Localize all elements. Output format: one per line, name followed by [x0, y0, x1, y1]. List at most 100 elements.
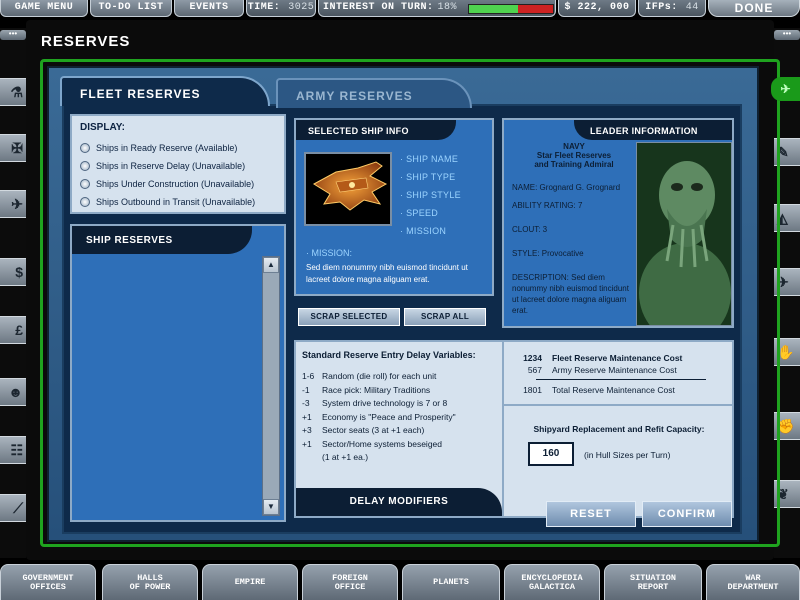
green-tab-icon[interactable]: ✈: [771, 77, 800, 101]
nav-label: EMPIRE: [235, 578, 266, 587]
scrap-selected-button[interactable]: SCRAP SELECTED: [298, 308, 400, 326]
leader-role: NAVY Star Fleet Reserves and Training Ad…: [512, 142, 636, 169]
nav-label-line2: OF POWER: [129, 581, 171, 592]
ship-reserves-scrollbar[interactable]: ▲ ▼: [262, 256, 280, 516]
fleet-cost-label: Fleet Reserve Maintenance Cost: [552, 353, 683, 363]
radio-reserve-delay[interactable]: Ships in Reserve Delay (Unavailable): [80, 157, 276, 175]
delay-row: (1 at +1 ea.): [302, 451, 496, 465]
ship-info-title: SELECTED SHIP INFO: [296, 120, 456, 140]
ship-mission-field: · MISSION: [400, 226, 447, 236]
leader-style: STYLE: Provocative: [512, 249, 584, 258]
delay-value: +1: [302, 438, 312, 449]
leader-role-line1: Star Fleet Reserves: [536, 151, 612, 160]
cost-separator: [536, 379, 706, 380]
leader-description: DESCRIPTION: Sed diem nonummy nibh euism…: [512, 273, 629, 315]
delay-row: -1 Race pick: Military Traditions: [302, 384, 496, 398]
delay-text: Random (die roll) for each unit: [322, 371, 437, 381]
game-menu-button[interactable]: GAME MENU: [0, 0, 88, 17]
radio-outbound-transit[interactable]: Ships Outbound in Transit (Unavailable): [80, 193, 276, 211]
nav-war[interactable]: WAR DEPARTMENT: [706, 564, 800, 600]
nav-label: FOREIGN OFFICE: [332, 573, 368, 592]
leader-ability: ABILITY RATING: 7: [512, 201, 583, 210]
cost-divider: [504, 404, 734, 406]
scroll-up-icon[interactable]: ▲: [263, 257, 279, 273]
confirm-button[interactable]: CONFIRM: [642, 501, 732, 527]
radio-icon[interactable]: [80, 179, 90, 189]
mission-text: Sed diem nonummy nibh euismod tincidunt …: [306, 263, 468, 284]
ship-reserves-title: SHIP RESERVES: [72, 226, 252, 254]
todo-list-button[interactable]: TO-DO LIST: [90, 0, 172, 17]
scroll-down-icon[interactable]: ▼: [263, 499, 279, 515]
nav-planets[interactable]: PLANETS: [402, 564, 500, 600]
tab-army-reserves[interactable]: ARMY RESERVES: [276, 78, 472, 108]
ifps-readout: IFPs: 44: [638, 0, 706, 17]
radio-label: Ships Under Construction (Unavailable): [96, 179, 255, 189]
events-button[interactable]: EVENTS: [174, 0, 244, 17]
mission-label: · MISSION:: [306, 248, 353, 258]
total-cost-row: 1801 Total Reserve Maintenance Cost: [512, 384, 726, 396]
ship-reserves-list[interactable]: SHIP RESERVES ▲ ▼: [70, 224, 286, 522]
nav-label-line2: REPORT: [637, 581, 669, 592]
nav-label: HALLS OF POWER: [129, 573, 171, 592]
radio-icon[interactable]: [80, 143, 90, 153]
money-readout: $ 222, 000: [558, 0, 636, 17]
leader-information: LEADER INFORMATION NAVY Star Fleet Reser…: [502, 118, 734, 328]
maintenance-costs: 1234 Fleet Reserve Maintenance Cost 567 Ar…: [502, 342, 734, 516]
nav-foreign[interactable]: FOREIGN OFFICE: [302, 564, 398, 600]
nav-government[interactable]: GOVERNMENT OFFICES: [0, 564, 96, 600]
page-title: RESERVES: [41, 33, 131, 50]
nav-label: WAR DEPARTMENT: [727, 573, 778, 592]
reset-button[interactable]: RESET: [546, 501, 636, 527]
time-label: TIME:: [247, 2, 281, 13]
leader-info-title: LEADER INFORMATION: [574, 120, 732, 140]
nav-label: GOVERNMENT OFFICES: [22, 573, 73, 592]
scrap-all-button[interactable]: SCRAP ALL: [404, 308, 486, 326]
nav-label-line2: GALACTICA: [529, 581, 575, 592]
delay-value: [302, 451, 322, 465]
time-value: 3025: [288, 2, 315, 13]
done-button[interactable]: DONE: [708, 0, 800, 17]
delay-text: (1 at +1 ea.): [322, 452, 369, 462]
fleet-cost-row: 1234 Fleet Reserve Maintenance Cost: [512, 352, 726, 364]
top-bar: GAME MENU TO-DO LIST EVENTS TIME: 3025 IN…: [0, 0, 800, 18]
ship-speed-field: · SPEED: [400, 208, 439, 218]
radio-under-construction[interactable]: Ships Under Construction (Unavailable): [80, 175, 276, 193]
delay-title: Standard Reserve Entry Delay Variables:: [302, 350, 476, 360]
radio-icon[interactable]: [80, 197, 90, 207]
tab-fleet-reserves[interactable]: FLEET RESERVES: [60, 76, 270, 106]
nav-label-line2: OFFICE: [334, 581, 366, 592]
nav-empire[interactable]: EMPIRE: [202, 564, 298, 600]
delay-text: Economy is "Peace and Prosperity": [322, 411, 456, 422]
ship-type-field: · SHIP TYPE: [400, 172, 456, 182]
nav-label: SITUATION REPORT: [630, 573, 676, 592]
hull-capacity-value: 160: [528, 442, 574, 466]
army-cost-label: Army Reserve Maintenance Cost: [552, 365, 677, 375]
right-sidebar-grip: •••: [774, 30, 800, 40]
delay-value: 1-6: [302, 371, 315, 381]
leader-rank: NAVY: [563, 142, 585, 151]
radio-icon[interactable]: [80, 161, 90, 171]
ship-name-field: · SHIP NAME: [400, 154, 459, 164]
delay-row: -3 System drive technology is 7 or 8: [302, 397, 496, 411]
total-cost-value: 1801: [523, 385, 542, 395]
total-cost-label: Total Reserve Maintenance Cost: [552, 385, 675, 395]
nav-situation[interactable]: SITUATION REPORT: [604, 564, 702, 600]
army-cost-value: 567: [527, 365, 542, 375]
ifps-value: 44: [685, 2, 699, 13]
delay-row: 1-6 Random (die roll) for each unit: [302, 370, 496, 384]
delay-row: +1 Sector/Home systems beseiged: [302, 438, 496, 452]
interest-bar: [468, 4, 554, 14]
selected-ship-info: SELECTED SHIP INFO · SHIP NAME · SHIP TY…: [294, 118, 494, 296]
nav-label: PLANETS: [433, 578, 469, 587]
display-title: DISPLAY:: [80, 122, 126, 133]
army-cost-row: 567 Army Reserve Maintenance Cost: [512, 364, 726, 376]
nav-halls[interactable]: HALLS OF POWER: [102, 564, 198, 600]
fleet-cost-value: 1234: [523, 353, 542, 363]
nav-encyclopedia[interactable]: ENCYCLOPEDIA GALACTICA: [504, 564, 600, 600]
ship-image: [304, 152, 392, 226]
delay-value: +1: [302, 411, 312, 422]
interest-value: 18%: [437, 2, 458, 13]
radio-ready-reserve[interactable]: Ships in Ready Reserve (Available): [80, 139, 276, 157]
shipyard-capacity-title: Shipyard Replacement and Refit Capacity:: [533, 424, 705, 434]
delay-modifiers-title: DELAY MODIFIERS: [296, 488, 502, 516]
